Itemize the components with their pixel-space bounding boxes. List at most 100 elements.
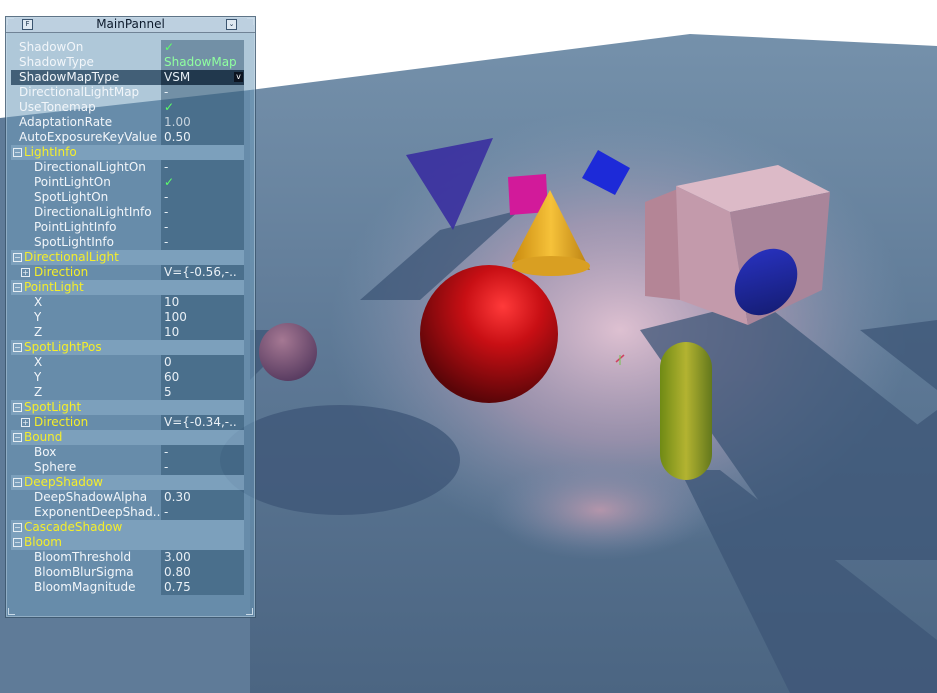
- collapse-icon[interactable]: −: [13, 253, 22, 262]
- section-header[interactable]: − SpotLight: [11, 400, 244, 415]
- section-header[interactable]: − PointLight: [11, 280, 244, 295]
- property-value-text: ShadowMap: [164, 55, 237, 69]
- property-value-text: -: [164, 445, 169, 459]
- collapse-icon[interactable]: −: [13, 478, 22, 487]
- property-row[interactable]: X 10: [11, 295, 244, 310]
- section-header[interactable]: − Bloom: [11, 535, 244, 550]
- collapse-icon[interactable]: −: [13, 523, 22, 532]
- property-label: Y: [34, 310, 42, 324]
- property-value-text: -: [164, 460, 169, 474]
- property-value[interactable]: 0.30: [161, 490, 244, 505]
- property-value[interactable]: -: [161, 220, 244, 235]
- property-value-text: ✓: [164, 100, 175, 114]
- property-label: PointLightOn: [34, 175, 111, 189]
- property-row[interactable]: BloomMagnitude 0.75: [11, 580, 244, 595]
- section-label: Bound: [24, 430, 63, 444]
- section-header[interactable]: − LightInfo: [11, 145, 244, 160]
- property-row[interactable]: AutoExposureKeyValue 0.50: [11, 130, 244, 145]
- main-panel[interactable]: F MainPannel ⌄ ShadowOn ✓ ShadowType Shadow…: [5, 16, 256, 618]
- property-value[interactable]: ShadowMap: [161, 55, 244, 70]
- property-value[interactable]: -: [161, 190, 244, 205]
- property-label: Box: [34, 445, 57, 459]
- property-value-text: 100: [164, 310, 187, 324]
- property-value[interactable]: -: [161, 235, 244, 250]
- expand-icon[interactable]: +: [21, 418, 30, 427]
- property-value[interactable]: 0.80: [161, 565, 244, 580]
- property-row[interactable]: Y 100: [11, 310, 244, 325]
- resize-corner-icon[interactable]: [246, 608, 253, 615]
- property-row[interactable]: SpotLightInfo -: [11, 235, 244, 250]
- property-row[interactable]: ShadowOn ✓: [11, 40, 244, 55]
- yellow-cone-base: [512, 256, 590, 276]
- section-label: DeepShadow: [24, 475, 103, 489]
- collapse-icon[interactable]: −: [13, 538, 22, 547]
- collapse-icon[interactable]: −: [13, 283, 22, 292]
- property-value[interactable]: -: [161, 160, 244, 175]
- property-row[interactable]: ShadowMapType VSM v: [11, 70, 244, 85]
- property-row[interactable]: Z5: [11, 385, 244, 400]
- property-value[interactable]: -: [161, 460, 244, 475]
- property-value[interactable]: ✓: [161, 40, 244, 55]
- property-value[interactable]: 0.50: [161, 130, 244, 145]
- property-row[interactable]: AdaptationRate 1.00: [11, 115, 244, 130]
- property-value[interactable]: ✓: [161, 100, 244, 115]
- property-value[interactable]: 60: [161, 370, 244, 385]
- property-row[interactable]: + Direction V={-0.56,-..: [11, 265, 244, 280]
- property-value[interactable]: 10: [161, 325, 244, 340]
- property-row[interactable]: ShadowType ShadowMap: [11, 55, 244, 70]
- property-row[interactable]: PointLightInfo -: [11, 220, 244, 235]
- section-header[interactable]: − Bound: [11, 430, 244, 445]
- property-value-text: 0.30: [164, 490, 191, 504]
- property-value[interactable]: 100: [161, 310, 244, 325]
- property-row[interactable]: DirectionalLightOn -: [11, 160, 244, 175]
- property-row[interactable]: SpotLightOn -: [11, 190, 244, 205]
- collapse-icon[interactable]: −: [13, 343, 22, 352]
- resize-corner-icon[interactable]: [8, 608, 15, 615]
- section-header[interactable]: − SpotLightPos: [11, 340, 244, 355]
- property-value[interactable]: 1.00: [161, 115, 244, 130]
- property-row[interactable]: DirectionalLightMap -: [11, 85, 244, 100]
- property-value[interactable]: V={-0.34,-..: [161, 415, 244, 430]
- property-value[interactable]: 0: [161, 355, 244, 370]
- property-label: X: [34, 295, 43, 309]
- property-value[interactable]: 0.75: [161, 580, 244, 595]
- collapse-icon[interactable]: −: [13, 433, 22, 442]
- property-value[interactable]: -: [161, 445, 244, 460]
- section-header[interactable]: − DirectionalLight: [11, 250, 244, 265]
- dropdown-arrow-icon[interactable]: v: [234, 72, 243, 82]
- property-row[interactable]: X0: [11, 355, 244, 370]
- property-row[interactable]: UseTonemap ✓: [11, 100, 244, 115]
- property-row[interactable]: DirectionalLightInfo -: [11, 205, 244, 220]
- property-row[interactable]: Y 60: [11, 370, 244, 385]
- property-value[interactable]: VSM v: [161, 70, 244, 85]
- property-row[interactable]: Sphere -: [11, 460, 244, 475]
- property-row[interactable]: BloomThreshold 3.00: [11, 550, 244, 565]
- property-row[interactable]: Z 10: [11, 325, 244, 340]
- property-label: Direction: [34, 415, 89, 429]
- property-value-text: 10: [164, 325, 180, 339]
- property-row[interactable]: PointLightOn ✓: [11, 175, 244, 190]
- property-value-text: 3.00: [164, 550, 191, 564]
- property-value[interactable]: -: [161, 505, 244, 520]
- property-value[interactable]: -: [161, 205, 244, 220]
- property-value[interactable]: ✓: [161, 175, 244, 190]
- property-row[interactable]: BloomBlurSigma 0.80: [11, 565, 244, 580]
- property-value[interactable]: 3.00: [161, 550, 244, 565]
- property-row[interactable]: + Direction V={-0.34,-..: [11, 415, 244, 430]
- minimize-icon[interactable]: ⌄: [226, 19, 237, 30]
- property-value[interactable]: -: [161, 85, 244, 100]
- collapse-icon[interactable]: −: [13, 403, 22, 412]
- collapse-icon[interactable]: −: [13, 148, 22, 157]
- property-label: Z: [34, 385, 43, 399]
- section-header[interactable]: − DeepShadow: [11, 475, 244, 490]
- property-value[interactable]: V={-0.56,-..: [161, 265, 244, 280]
- property-value[interactable]: 5: [161, 385, 244, 400]
- property-row[interactable]: DeepShadowAlpha 0.30: [11, 490, 244, 505]
- expand-icon[interactable]: +: [21, 268, 30, 277]
- property-value-text: -: [164, 160, 169, 174]
- property-value[interactable]: 10: [161, 295, 244, 310]
- property-row[interactable]: ExponentDeepShad.. -: [11, 505, 244, 520]
- panel-titlebar[interactable]: F MainPannel ⌄: [6, 17, 255, 33]
- section-header[interactable]: − CascadeShadow: [11, 520, 244, 535]
- property-row[interactable]: Box -: [11, 445, 244, 460]
